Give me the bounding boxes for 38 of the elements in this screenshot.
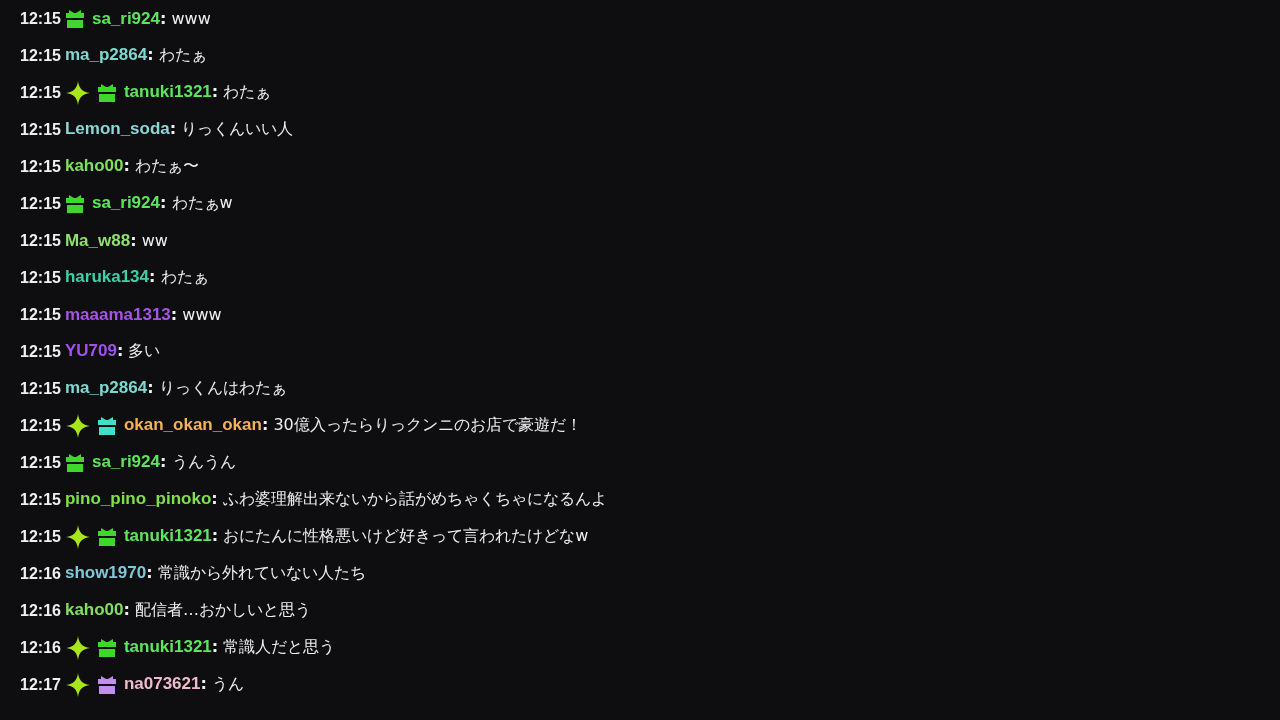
chat-message: show1970: 常識から外れていない人たち — [64, 563, 366, 584]
chat-message: YU709: 多い — [64, 341, 161, 362]
timestamp: 12:15 — [20, 490, 61, 509]
chat-message: maaama1313: www — [64, 304, 222, 325]
chat-message: sa_ri924: わたぁw — [91, 193, 233, 214]
chat-message: ma_p2864: わたぁ — [64, 45, 207, 66]
chat-message: haruka134: わたぁ — [64, 267, 209, 288]
chat-message: Ma_w88: ww — [64, 230, 168, 251]
timestamp: 12:15 — [20, 416, 61, 435]
timestamp: 12:15 — [20, 120, 61, 139]
timestamp: 12:15 — [20, 305, 61, 324]
chat-message: pino_pino_pinoko: ふわ婆理解出来ないから話がめちゃくちゃになるんよ — [64, 489, 607, 510]
timestamp: 12:15 — [20, 268, 61, 287]
chat-message: sa_ri924: うんうん — [91, 452, 236, 473]
timestamp: 12:15 — [20, 342, 61, 361]
chat-message: Lemon_soda: りっくんいい人 — [64, 119, 294, 140]
chat-message: kaho00: 配信者…おかしいと思う — [64, 600, 311, 621]
chat-message: tanuki1321: おにたんに性格悪いけど好きって言われたけどなw — [123, 526, 589, 547]
chat-message: kaho00: わたぁ〜 — [64, 156, 199, 177]
chat-message: tanuki1321: 常識人だと思う — [123, 637, 336, 658]
chat-message: tanuki1321: わたぁ — [123, 82, 272, 103]
timestamp: 12:15 — [20, 231, 61, 250]
chat-message: okan_okan_okan: 30億入ったらりっクンニのお店で豪遊だ！ — [123, 415, 582, 436]
timestamp: 12:15 — [20, 527, 61, 546]
timestamp: 12:15 — [20, 194, 61, 213]
timestamp: 12:15 — [20, 453, 61, 472]
timestamp: 12:15 — [20, 157, 61, 176]
chat-message: sa_ri924: www — [91, 8, 211, 29]
timestamp: 12:16 — [20, 601, 61, 620]
timestamp: 12:17 — [20, 675, 61, 694]
timestamp: 12:16 — [20, 638, 61, 657]
timestamp: 12:15 — [20, 83, 61, 102]
timestamp: 12:16 — [20, 564, 61, 583]
chat-message: na073621: うん — [123, 674, 244, 695]
timestamp: 12:15 — [20, 379, 61, 398]
chat-message: ma_p2864: りっくんはわたぁ — [64, 378, 287, 399]
timestamp: 12:15 — [20, 9, 61, 28]
timestamp: 12:15 — [20, 46, 61, 65]
